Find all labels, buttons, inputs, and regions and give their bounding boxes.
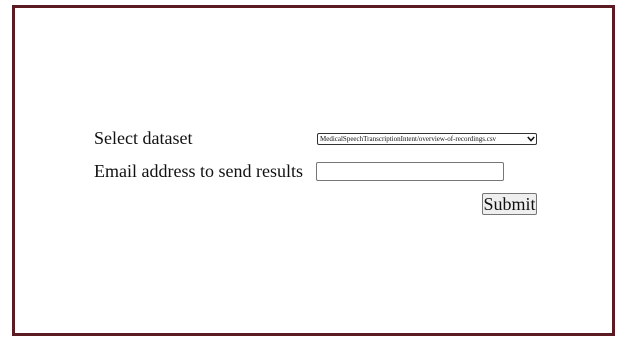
chevron-down-icon bbox=[526, 134, 536, 144]
email-label: Email address to send results bbox=[94, 161, 303, 181]
dataset-label: Select dataset bbox=[94, 128, 193, 148]
dataset-select-value: MedicalSpeechTranscriptionIntent/overvie… bbox=[320, 135, 497, 143]
submit-button[interactable]: Submit bbox=[482, 193, 537, 215]
dataset-select[interactable]: MedicalSpeechTranscriptionIntent/overvie… bbox=[317, 133, 537, 145]
email-field[interactable] bbox=[316, 162, 504, 181]
